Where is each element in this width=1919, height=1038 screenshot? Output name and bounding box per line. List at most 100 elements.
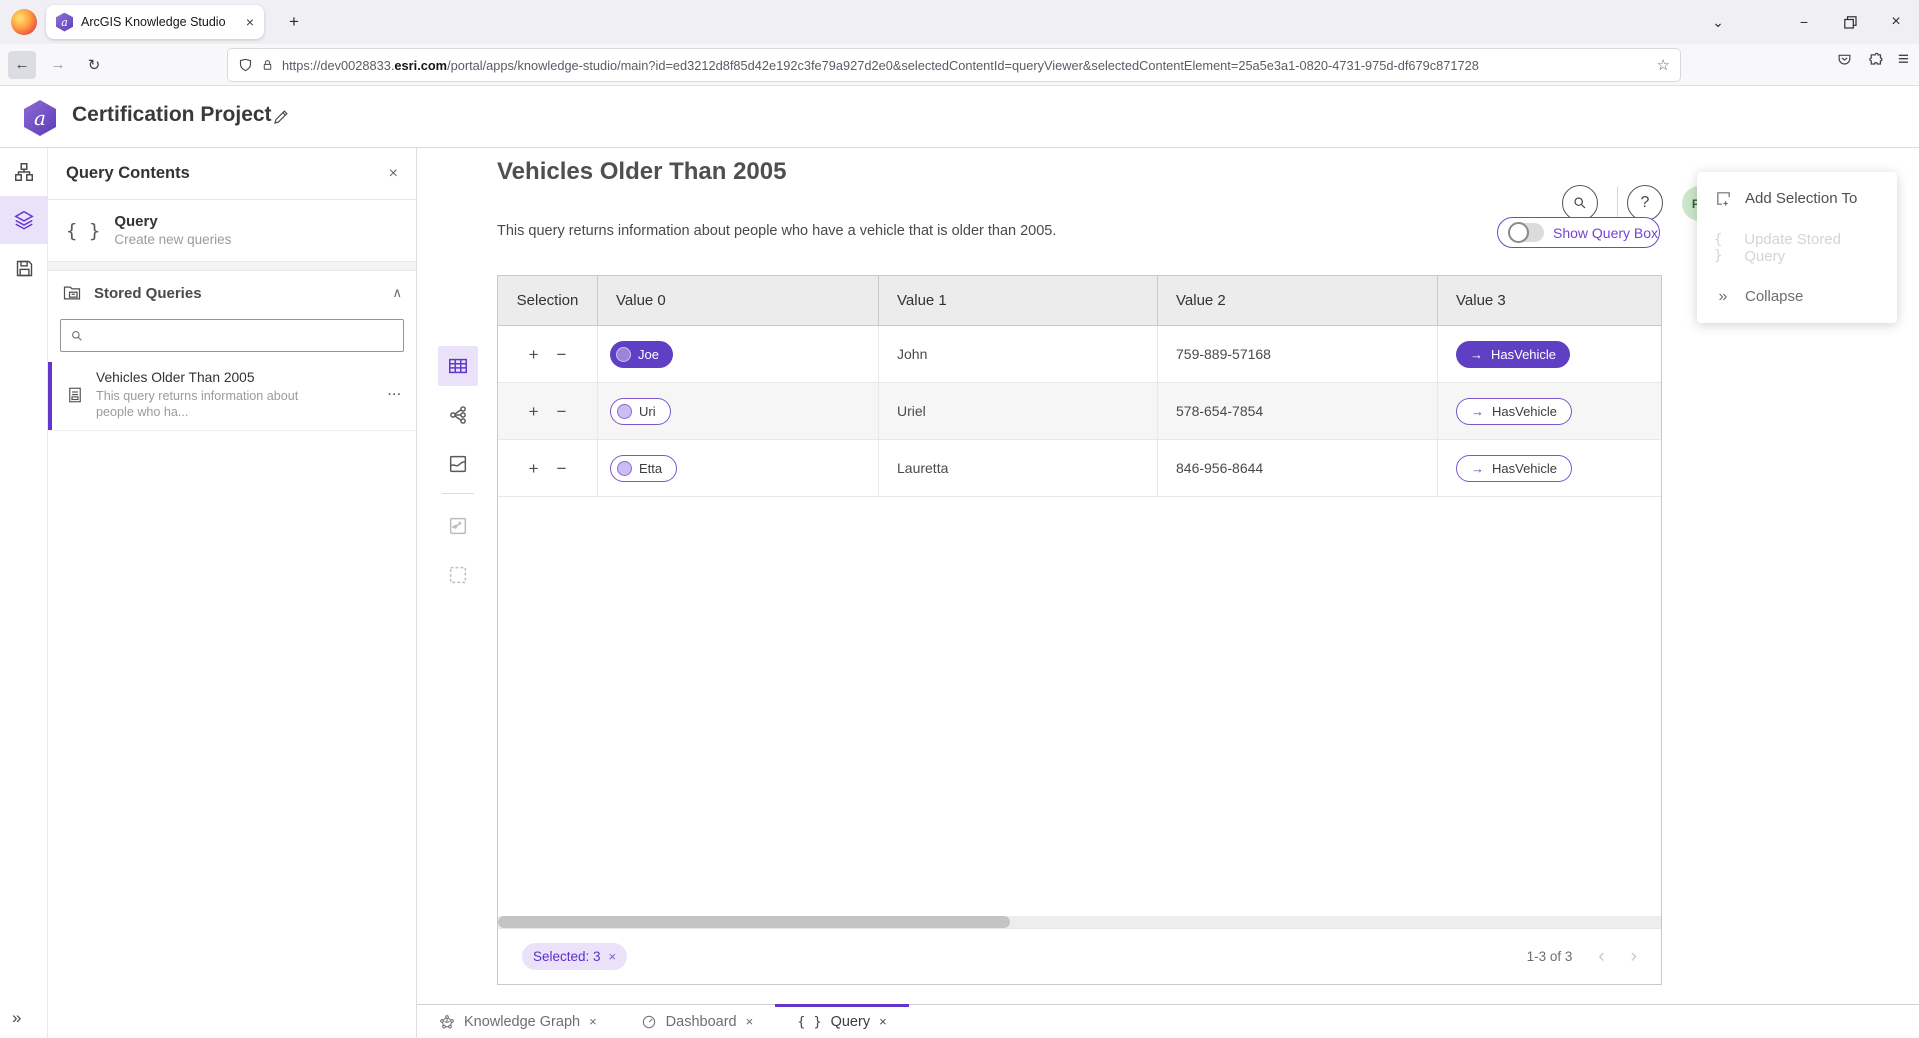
add-selection-icon[interactable]: + bbox=[529, 346, 539, 363]
selection-tool-icon[interactable] bbox=[438, 555, 478, 595]
tab-knowledge-graph[interactable]: Knowledge Graph × bbox=[417, 1005, 619, 1038]
remove-selection-icon[interactable]: − bbox=[557, 346, 567, 363]
relationship-pill[interactable]: → HasVehicle bbox=[1456, 341, 1570, 368]
horizontal-scrollbar[interactable] bbox=[498, 916, 1661, 928]
url-text: https://dev0028833.esri.com/portal/apps/… bbox=[282, 58, 1649, 73]
map-view-icon[interactable] bbox=[438, 444, 478, 484]
results-table: Selection Value 0 Value 1 Value 2 Value … bbox=[497, 275, 1662, 985]
remove-selection-icon[interactable]: − bbox=[557, 460, 567, 477]
lock-icon[interactable] bbox=[261, 58, 274, 73]
pocket-icon[interactable] bbox=[1836, 52, 1853, 68]
add-selection-icon[interactable]: + bbox=[529, 403, 539, 420]
column-header-value1[interactable]: Value 1 bbox=[879, 276, 1158, 325]
map-link-chart-icon[interactable] bbox=[438, 506, 478, 546]
table-footer: Selected: 3 × 1-3 of 3 ‹ › bbox=[498, 928, 1661, 984]
help-button[interactable]: ? bbox=[1627, 185, 1663, 221]
cell-value2[interactable]: 846-956-8644 bbox=[1158, 440, 1438, 496]
double-chevron-right-icon: » bbox=[1714, 288, 1732, 306]
entity-circle-icon bbox=[617, 404, 632, 419]
clear-selection-icon[interactable]: × bbox=[609, 949, 617, 964]
stored-queries-header[interactable]: Stored Queries ∧ bbox=[48, 273, 416, 313]
entity-pill[interactable]: Joe bbox=[610, 341, 673, 368]
column-header-value0[interactable]: Value 0 bbox=[598, 276, 879, 325]
show-query-box-toggle[interactable]: Show Query Box bbox=[1497, 217, 1660, 248]
stored-query-desc-line1: This query returns information about bbox=[96, 388, 376, 404]
edit-title-pencil-icon[interactable] bbox=[272, 108, 290, 126]
new-query-item[interactable]: { } Query Create new queries bbox=[48, 200, 416, 262]
toggle-track bbox=[1509, 223, 1544, 242]
column-header-selection[interactable]: Selection bbox=[498, 276, 598, 325]
navbar-right-icons: ≡ bbox=[1836, 49, 1909, 71]
menu-item-update-stored-query[interactable]: { } Update Stored Query bbox=[1697, 223, 1897, 272]
left-icon-rail bbox=[0, 148, 48, 1038]
stored-queries-search[interactable] bbox=[60, 319, 404, 352]
reload-button[interactable]: ↻ bbox=[80, 51, 108, 79]
tab-close-icon[interactable]: × bbox=[246, 14, 254, 30]
tab-query[interactable]: { } Query × bbox=[775, 1005, 908, 1038]
window-close-icon[interactable]: × bbox=[1873, 0, 1919, 44]
new-tab-button[interactable]: + bbox=[280, 8, 308, 36]
arrow-right-icon: → bbox=[1471, 461, 1484, 476]
expand-panel-chevrons-icon[interactable]: » bbox=[12, 1008, 21, 1028]
back-button[interactable]: ← bbox=[8, 51, 36, 79]
pagination-range: 1-3 of 3 bbox=[1527, 949, 1573, 964]
add-selection-icon[interactable]: + bbox=[529, 460, 539, 477]
tab-close-icon[interactable]: × bbox=[879, 1014, 887, 1029]
save-icon[interactable] bbox=[0, 244, 48, 292]
menu-item-collapse[interactable]: » Collapse bbox=[1697, 272, 1897, 321]
toolbar-divider bbox=[442, 493, 474, 494]
cell-value1[interactable]: Lauretta bbox=[879, 440, 1158, 496]
workspace-tab-bar: Knowledge Graph × Dashboard × { } Query … bbox=[417, 1004, 1919, 1038]
remove-selection-icon[interactable]: − bbox=[557, 403, 567, 420]
bookmark-star-icon[interactable]: ☆ bbox=[1657, 56, 1670, 74]
scrollbar-thumb[interactable] bbox=[498, 916, 1010, 928]
collapse-chevron-up-icon[interactable]: ∧ bbox=[392, 285, 402, 301]
table-view-icon[interactable] bbox=[438, 346, 478, 386]
firefox-logo-icon[interactable] bbox=[11, 9, 37, 35]
panel-close-icon[interactable]: × bbox=[389, 165, 398, 183]
entity-label: Etta bbox=[639, 461, 662, 476]
header-search-button[interactable] bbox=[1562, 185, 1598, 221]
tab-list-chevron-icon[interactable]: ⌄ bbox=[1695, 0, 1741, 44]
entity-pill[interactable]: Etta bbox=[610, 455, 677, 482]
query-item-subtitle: Create new queries bbox=[114, 231, 231, 249]
column-header-value3[interactable]: Value 3 bbox=[1438, 276, 1661, 325]
relationship-pill[interactable]: → HasVehicle bbox=[1456, 455, 1572, 482]
page-next-icon[interactable]: › bbox=[1631, 947, 1637, 966]
cell-value1[interactable]: John bbox=[879, 326, 1158, 382]
layers-icon[interactable] bbox=[0, 196, 48, 244]
tab-dashboard[interactable]: Dashboard × bbox=[619, 1005, 776, 1038]
entity-label: Joe bbox=[638, 347, 659, 362]
stored-query-doc-icon bbox=[66, 386, 84, 404]
item-options-ellipsis-icon[interactable]: ··· bbox=[388, 389, 402, 401]
column-header-value2[interactable]: Value 2 bbox=[1158, 276, 1438, 325]
window-minimize-icon[interactable]: − bbox=[1781, 0, 1827, 44]
tab-close-icon[interactable]: × bbox=[746, 1014, 754, 1029]
hamburger-menu-icon[interactable]: ≡ bbox=[1898, 49, 1909, 71]
stored-queries-search-input[interactable] bbox=[92, 328, 394, 343]
url-bar[interactable]: https://dev0028833.esri.com/portal/apps/… bbox=[228, 49, 1680, 81]
tab-close-icon[interactable]: × bbox=[589, 1014, 597, 1029]
cell-value1[interactable]: Uriel bbox=[879, 383, 1158, 439]
extensions-puzzle-icon[interactable] bbox=[1867, 52, 1884, 69]
window-restore-icon[interactable] bbox=[1827, 0, 1873, 44]
braces-icon: { } bbox=[797, 1014, 821, 1030]
page-previous-icon[interactable]: ‹ bbox=[1598, 947, 1604, 966]
tracking-shield-icon[interactable] bbox=[238, 57, 253, 73]
browser-tab-arcgis[interactable]: a ArcGIS Knowledge Studio × bbox=[46, 5, 264, 39]
entity-pill[interactable]: Uri bbox=[610, 398, 671, 425]
entity-label: Uri bbox=[639, 404, 656, 419]
menu-item-add-selection-to[interactable]: Add Selection To bbox=[1697, 174, 1897, 223]
header-divider bbox=[1617, 187, 1618, 219]
relationship-pill[interactable]: → HasVehicle bbox=[1456, 398, 1572, 425]
cell-value2[interactable]: 759-889-57168 bbox=[1158, 326, 1438, 382]
entity-circle-icon bbox=[616, 347, 631, 362]
selected-count-chip[interactable]: Selected: 3 × bbox=[522, 943, 627, 970]
entity-circle-icon bbox=[617, 461, 632, 476]
cell-value2[interactable]: 578-654-7854 bbox=[1158, 383, 1438, 439]
arrow-right-icon: → bbox=[1471, 404, 1484, 419]
data-model-icon[interactable] bbox=[0, 148, 48, 196]
link-chart-view-icon[interactable] bbox=[438, 395, 478, 435]
forward-button[interactable]: → bbox=[44, 51, 72, 79]
stored-query-item[interactable]: Vehicles Older Than 2005 This query retu… bbox=[48, 362, 416, 431]
